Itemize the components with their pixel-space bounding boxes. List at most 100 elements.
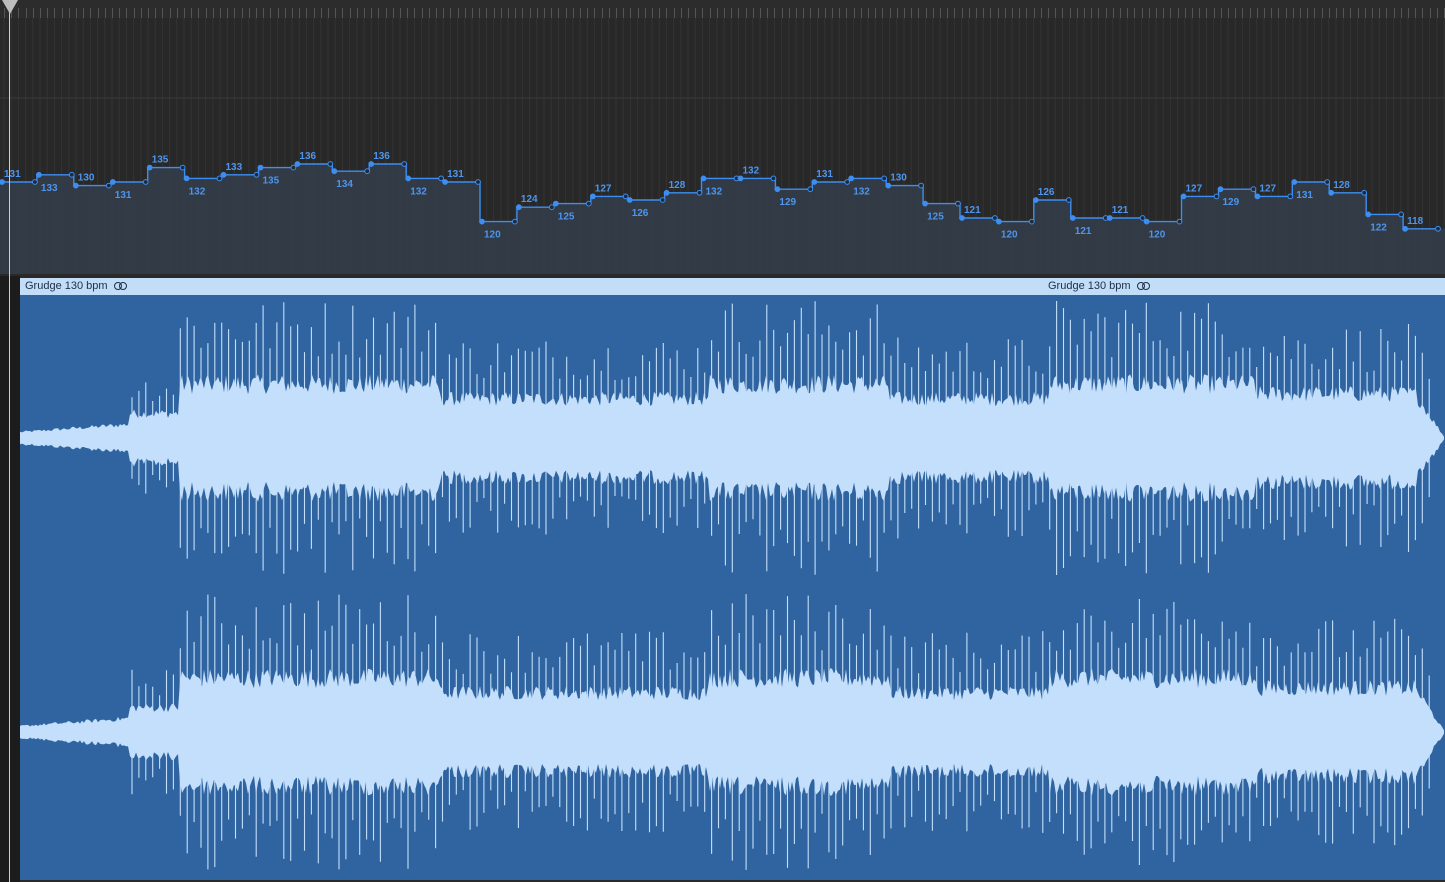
- tempo-point[interactable]: [1069, 215, 1076, 221]
- tempo-point[interactable]: [589, 193, 596, 200]
- tempo-point[interactable]: [512, 218, 518, 225]
- tempo-point[interactable]: [401, 161, 408, 167]
- tempo-point[interactable]: [479, 218, 485, 225]
- tempo-point[interactable]: [179, 164, 186, 171]
- tempo-point[interactable]: [663, 189, 670, 196]
- tempo-point[interactable]: [405, 175, 412, 182]
- tempo-point[interactable]: [1106, 215, 1113, 221]
- tempo-point[interactable]: [1435, 225, 1441, 232]
- tempo-point[interactable]: [1032, 197, 1039, 203]
- tempo-point[interactable]: [622, 193, 629, 200]
- tempo-point[interactable]: [109, 179, 116, 185]
- tempo-point[interactable]: [885, 182, 892, 189]
- tempo-label: 131: [1296, 190, 1313, 201]
- tempo-point[interactable]: [331, 168, 338, 175]
- tempo-point[interactable]: [1143, 218, 1150, 225]
- playhead-handle[interactable]: [2, 0, 18, 14]
- tempo-point[interactable]: [1176, 218, 1183, 225]
- tempo-curve[interactable]: 131 133 130 131 135 132 133 135 136 134 136 132 131 1…: [0, 18, 1445, 274]
- tempo-point[interactable]: [844, 179, 851, 185]
- tempo-point[interactable]: [368, 161, 375, 167]
- tempo-point[interactable]: [0, 179, 5, 185]
- tempo-point[interactable]: [1402, 225, 1408, 232]
- tempo-point[interactable]: [32, 179, 38, 185]
- tempo-point[interactable]: [146, 164, 153, 171]
- tempo-point[interactable]: [1324, 179, 1331, 185]
- tempo-point[interactable]: [992, 215, 998, 221]
- tempo-point[interactable]: [220, 171, 227, 178]
- region-title: Grudge 130 bpm: [25, 280, 128, 292]
- tempo-point[interactable]: [1254, 193, 1261, 200]
- tempo-point[interactable]: [438, 175, 445, 182]
- tempo-label: 122: [1370, 222, 1387, 233]
- tempo-point[interactable]: [72, 182, 79, 189]
- tempo-point[interactable]: [327, 161, 334, 167]
- tempo-point[interactable]: [1250, 186, 1257, 193]
- tempo-point[interactable]: [1398, 211, 1404, 218]
- tempo-point[interactable]: [700, 175, 707, 182]
- tempo-label: 135: [152, 155, 169, 166]
- region-name-label: Grudge 130 bpm: [25, 280, 108, 292]
- tempo-point[interactable]: [105, 182, 112, 189]
- tempo-point[interactable]: [881, 175, 888, 182]
- tempo-point[interactable]: [955, 200, 961, 207]
- tempo-point[interactable]: [1028, 218, 1035, 225]
- tempo-track[interactable]: 131 133 130 131 135 132 133 135 136 134 136 132 131 1…: [0, 18, 1445, 274]
- tempo-point[interactable]: [1213, 193, 1220, 200]
- tempo-point[interactable]: [183, 175, 190, 182]
- tempo-point[interactable]: [922, 200, 928, 207]
- tempo-point[interactable]: [774, 186, 781, 193]
- tempo-point[interactable]: [1139, 215, 1146, 221]
- audio-region[interactable]: Grudge 130 bpm Grudge 130 bpm: [20, 278, 1445, 880]
- tempo-point[interactable]: [36, 171, 42, 178]
- tempo-point[interactable]: [1180, 193, 1187, 200]
- tempo-label: 125: [927, 212, 944, 223]
- tempo-point[interactable]: [1217, 186, 1224, 193]
- region-header[interactable]: Grudge 130 bpm Grudge 130 bpm: [20, 278, 1445, 295]
- tempo-point[interactable]: [1065, 197, 1072, 203]
- tempo-point[interactable]: [475, 179, 481, 185]
- timeline-ruler[interactable]: [0, 0, 1445, 19]
- tempo-point[interactable]: [696, 189, 703, 196]
- tempo-point[interactable]: [364, 168, 371, 175]
- tempo-label: 131: [4, 169, 21, 180]
- playhead-line[interactable]: [9, 0, 10, 882]
- tempo-label: 132: [706, 186, 723, 197]
- tempo-point[interactable]: [996, 218, 1002, 225]
- loop-icon: [1136, 281, 1151, 291]
- tempo-point[interactable]: [290, 164, 297, 171]
- tempo-point[interactable]: [626, 197, 633, 203]
- tempo-point[interactable]: [253, 171, 260, 178]
- tempo-point[interactable]: [142, 179, 149, 185]
- tempo-point[interactable]: [918, 182, 924, 189]
- tempo-point[interactable]: [811, 179, 818, 185]
- tempo-point[interactable]: [552, 200, 559, 207]
- tempo-label: 118: [1407, 216, 1424, 227]
- tempo-point[interactable]: [1287, 193, 1294, 200]
- tempo-point[interactable]: [959, 215, 965, 221]
- tempo-label: 129: [779, 197, 796, 208]
- tempo-point[interactable]: [548, 204, 555, 211]
- tempo-point[interactable]: [442, 179, 449, 185]
- tempo-point[interactable]: [216, 175, 223, 182]
- region-title-repeat: Grudge 130 bpm: [1048, 280, 1151, 292]
- tempo-point[interactable]: [659, 197, 666, 203]
- tempo-label: 127: [1259, 183, 1276, 194]
- tempo-point[interactable]: [1365, 211, 1372, 218]
- tempo-point[interactable]: [848, 175, 855, 182]
- tempo-label: 131: [447, 169, 464, 180]
- tempo-point[interactable]: [68, 171, 75, 178]
- tempo-point[interactable]: [737, 175, 744, 182]
- tempo-label: 120: [484, 230, 501, 241]
- tempo-point[interactable]: [770, 175, 777, 182]
- tempo-point[interactable]: [294, 161, 301, 167]
- tempo-point[interactable]: [257, 164, 264, 171]
- tempo-label: 132: [743, 165, 760, 176]
- tempo-point[interactable]: [1291, 179, 1298, 185]
- tempo-point[interactable]: [516, 204, 522, 211]
- track-gutter: [0, 276, 20, 882]
- tempo-point[interactable]: [585, 200, 592, 207]
- tempo-point[interactable]: [1361, 189, 1368, 196]
- tempo-point[interactable]: [1328, 189, 1335, 196]
- tempo-point[interactable]: [807, 186, 814, 193]
